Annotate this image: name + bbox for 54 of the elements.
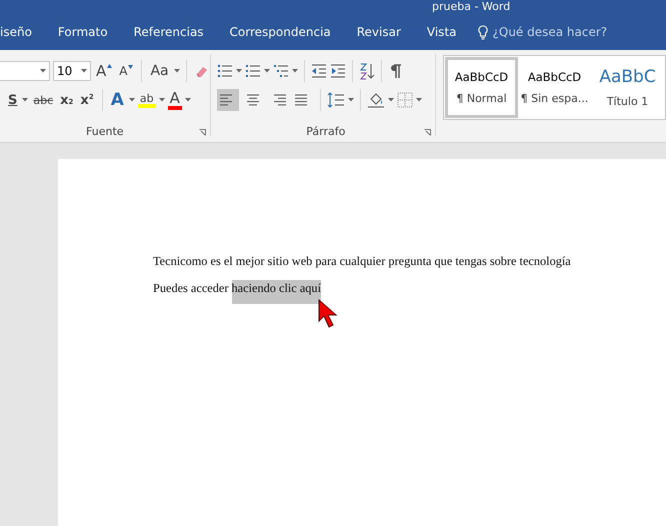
dialog-launcher-icon[interactable] <box>424 129 432 136</box>
caret-icon[interactable] <box>416 98 422 102</box>
group-label: Fuente <box>86 124 124 138</box>
lightbulb-icon <box>478 24 488 40</box>
caret-icon[interactable] <box>264 69 270 73</box>
document-paragraph: Puedes acceder haciendo clic aquí <box>153 280 321 304</box>
underline-button[interactable]: S <box>6 94 20 106</box>
caret-icon[interactable] <box>128 98 135 102</box>
multilevel-list-icon[interactable] <box>272 63 289 79</box>
caret-icon[interactable] <box>236 69 242 73</box>
caret-icon[interactable] <box>174 69 180 73</box>
increase-indent-icon[interactable] <box>330 63 346 79</box>
tell-me-field[interactable]: ¿Qué desea hacer? <box>478 24 608 40</box>
numbered-list-icon[interactable] <box>244 63 261 79</box>
caret-icon[interactable] <box>40 69 46 73</box>
ribbon-tab[interactable]: Formato <box>44 14 121 50</box>
font-color-button[interactable]: A <box>168 90 182 110</box>
window-title: prueba - Word <box>432 0 510 13</box>
align-button[interactable] <box>216 89 239 111</box>
ribbon-tab[interactable]: Referencias <box>120 14 217 50</box>
shrink-font-button[interactable]: A <box>117 65 136 77</box>
group-label: Párrafo <box>306 124 346 138</box>
caret-icon[interactable] <box>292 69 298 73</box>
text-effects-button[interactable]: A <box>108 92 126 108</box>
mouse-pointer-icon <box>318 299 340 329</box>
decrease-indent-icon[interactable] <box>310 63 327 79</box>
ribbon-tab[interactable]: Vista <box>414 14 470 50</box>
font-size-field[interactable]: 10 <box>53 61 91 81</box>
caret-icon[interactable] <box>184 98 191 102</box>
caret-icon[interactable] <box>22 98 28 102</box>
ribbon-tab[interactable]: Correspondencia <box>216 14 344 50</box>
down-triangle-icon <box>128 65 134 69</box>
superscript-button[interactable]: x$^{2}$ <box>78 94 96 106</box>
ribbon-tab[interactable]: iseño <box>0 14 45 50</box>
style-item[interactable]: AaBbCcD ¶ Normal <box>445 57 518 118</box>
bullet-list-icon[interactable] <box>216 63 233 79</box>
highlight-color-button[interactable]: ab <box>138 92 156 108</box>
dialog-launcher-icon[interactable] <box>198 129 206 136</box>
strikethrough-button[interactable]: abc <box>31 94 56 106</box>
paint-bucket-icon[interactable] <box>366 92 385 108</box>
ribbon-tab[interactable]: Revisar <box>344 14 414 50</box>
caret-icon[interactable] <box>81 69 87 73</box>
caret-icon[interactable] <box>388 98 394 102</box>
up-triangle-icon <box>107 64 112 68</box>
line-spacing-icon[interactable] <box>326 92 345 108</box>
document-paragraph: Tecnicomo es el mejor sitio web para cualquier pregunta que tengas sobre tecnología <box>153 253 571 269</box>
grow-font-button[interactable]: A <box>94 64 114 78</box>
caret-icon[interactable] <box>158 98 165 102</box>
font-name-field[interactable] <box>0 61 50 81</box>
change-case-button[interactable]: Aa <box>148 64 171 78</box>
sort-icon[interactable] <box>358 62 375 80</box>
caret-icon[interactable] <box>348 98 354 102</box>
align-lines-icon <box>244 94 261 106</box>
borders-icon[interactable] <box>396 92 413 108</box>
